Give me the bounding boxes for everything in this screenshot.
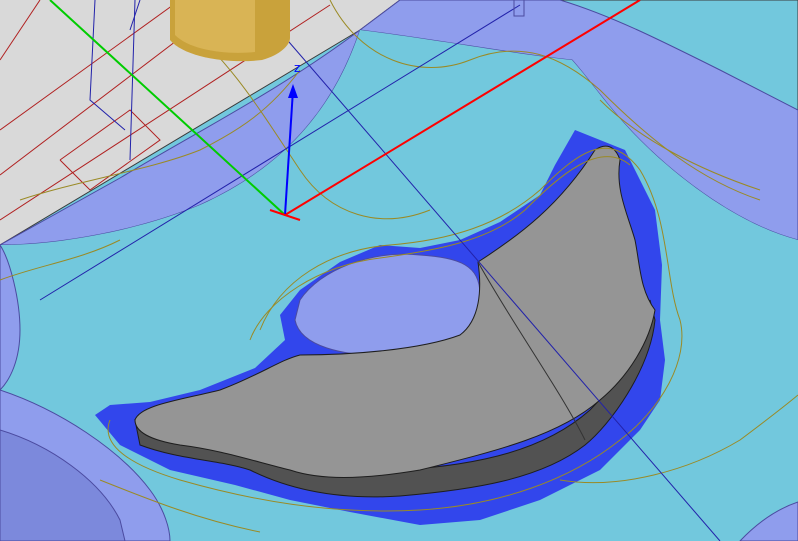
cam-scene[interactable]: z	[0, 0, 798, 541]
3d-viewport[interactable]: z	[0, 0, 798, 541]
end-mill-tool-icon[interactable]	[170, 0, 290, 62]
z-axis-label: z	[294, 61, 300, 75]
